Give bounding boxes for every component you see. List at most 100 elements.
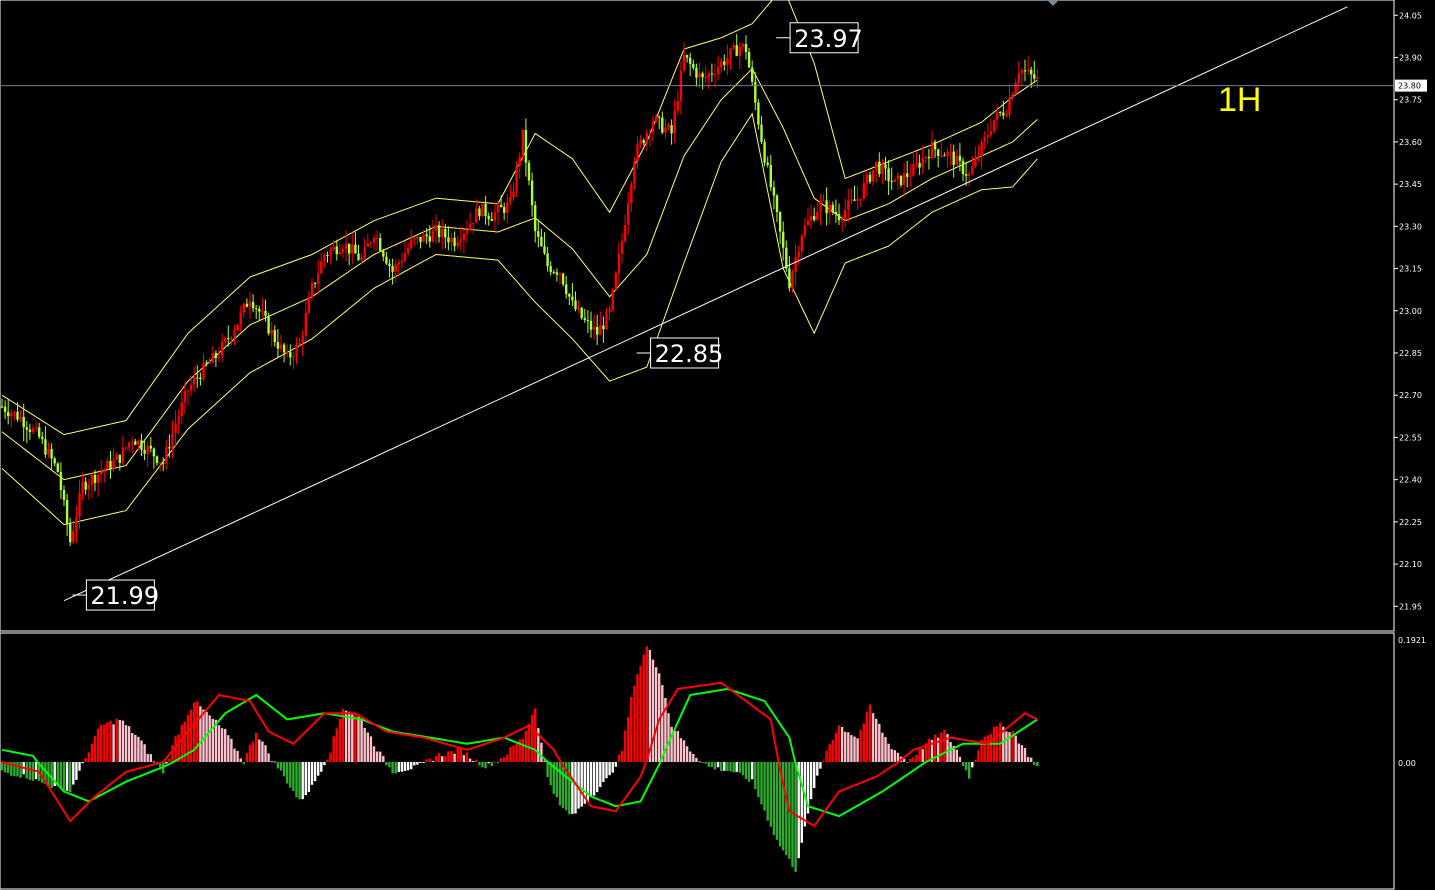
macd-bar [1017, 743, 1020, 762]
macd-bar [400, 762, 404, 772]
macd-bar [661, 685, 664, 762]
macd-bar [233, 748, 236, 762]
macd-bar [636, 674, 639, 762]
macd-bar [710, 762, 714, 767]
macd-bar [450, 751, 453, 762]
candle-body [3, 406, 7, 412]
macd-bar [100, 724, 103, 762]
macd-bar [627, 717, 630, 762]
macd-bar [515, 744, 518, 762]
price-tick-label: 24.05 [1399, 11, 1422, 20]
candle-body [775, 195, 779, 213]
macd-bar [425, 759, 428, 762]
macd-bar [143, 744, 146, 762]
macd-bar [856, 738, 859, 762]
macd-bar [847, 732, 850, 762]
candle-body [146, 445, 149, 454]
macd-bar [884, 737, 887, 762]
candle-body [124, 447, 128, 449]
candle-body [738, 46, 741, 56]
candle-body [96, 474, 100, 483]
macd-bar [599, 762, 602, 787]
macd-bar [1036, 762, 1039, 767]
macd-bar [208, 715, 211, 762]
macd-bar [255, 732, 258, 762]
candle-body [735, 45, 738, 56]
candle-body [971, 166, 974, 174]
candle-body [47, 448, 50, 455]
macd-bar [397, 762, 400, 773]
candle-body [475, 208, 478, 224]
macd-bar [165, 762, 168, 764]
candle-body [633, 161, 636, 185]
candle-body [933, 141, 937, 150]
candle-body [819, 200, 822, 212]
macd-bar [230, 738, 233, 762]
candle-body [453, 237, 456, 247]
candle-body [509, 197, 512, 203]
macd-bar [475, 759, 478, 762]
candle-body [220, 342, 224, 357]
macd-bar [735, 762, 738, 772]
candle-body [338, 252, 342, 255]
macd-bar [493, 761, 497, 763]
macd-bar [282, 762, 286, 777]
macd-bar [87, 752, 90, 762]
candle-body [723, 61, 726, 65]
candle-body [10, 413, 13, 417]
macd-bar [968, 762, 971, 779]
candle-body [286, 352, 289, 354]
candle-body [100, 471, 103, 475]
candle-body [809, 216, 813, 221]
candle-body [571, 296, 574, 301]
candle-body [459, 240, 462, 243]
candle-body [682, 54, 686, 71]
candle-body [1036, 77, 1039, 79]
macd-bar [623, 730, 627, 762]
candle-body [84, 481, 87, 490]
macd-bar [809, 762, 813, 800]
candle-body [732, 45, 735, 49]
candle-body [118, 454, 121, 464]
candle-body [16, 411, 19, 420]
candle-body [292, 356, 295, 358]
candle-body [121, 447, 125, 464]
macd-bar [131, 733, 134, 762]
macd-bar [75, 762, 78, 780]
macd-bar [261, 741, 264, 762]
price-tick-label: 23.30 [1399, 222, 1422, 231]
candle-body [785, 247, 788, 269]
macd-bar [757, 762, 760, 797]
candle-body [19, 416, 22, 420]
candle-body [955, 155, 958, 165]
candle-body [915, 162, 918, 165]
candle-body [329, 249, 332, 256]
macd-bar [62, 762, 66, 793]
macd-bar [620, 750, 624, 762]
macd-bar [344, 710, 348, 762]
candle-body [109, 460, 112, 470]
price-tick-label: 22.55 [1399, 433, 1422, 442]
candle-body [763, 141, 766, 163]
macd-bar [490, 762, 493, 767]
macd-bar [25, 762, 28, 779]
candle-body [623, 225, 627, 241]
candle-body [44, 439, 47, 455]
macd-bar [301, 762, 304, 800]
candle-body [499, 205, 503, 208]
macd-bar [561, 762, 565, 809]
candle-body [648, 132, 652, 134]
candle-body [391, 266, 394, 272]
macd-bar [512, 745, 515, 762]
candle-body [902, 173, 906, 186]
candle-body [701, 73, 704, 78]
price-axis: 24.05 23.90 23.75 23.60 23.45 23.30 23.15 23.00… [1394, 11, 1422, 611]
candle-body [772, 187, 776, 196]
candle-body [183, 391, 187, 403]
candle-body [673, 110, 676, 134]
price-tick-label: 22.10 [1399, 560, 1422, 569]
macd-bar [152, 761, 156, 763]
candle-body [81, 481, 84, 493]
macd-bar [289, 762, 292, 788]
price-tick-label: 22.40 [1399, 476, 1422, 485]
